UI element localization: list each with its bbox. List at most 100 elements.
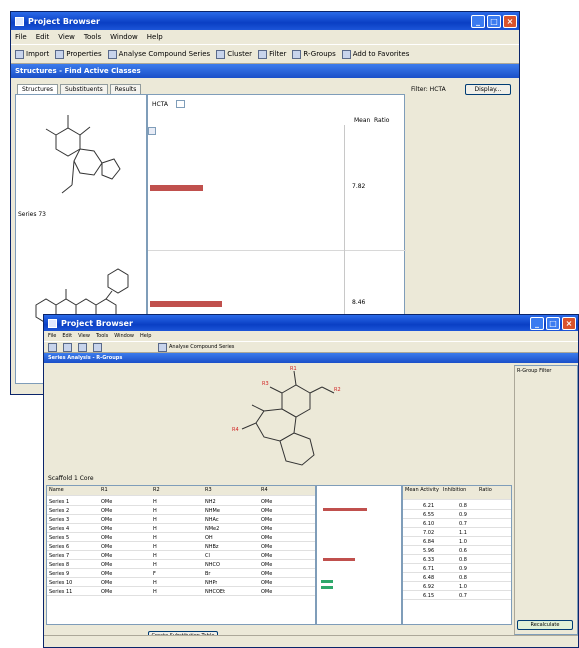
analyse-icon xyxy=(107,49,117,59)
table-row[interactable]: Series 6 OMe H NHBz OMe xyxy=(47,543,315,551)
table-row[interactable]: Series 5 OMe H OH OMe xyxy=(47,534,315,542)
metrics-row[interactable]: 7.02 1.1 xyxy=(403,529,511,537)
column-header-r1[interactable]: R1 xyxy=(101,486,108,494)
metrics-row[interactable]: 5.96 0.6 xyxy=(403,547,511,555)
maximize-icon[interactable]: □ xyxy=(546,316,560,330)
status-bar xyxy=(44,635,578,647)
table-row[interactable]: Series 9 OMe F Br OMe xyxy=(47,570,315,578)
minimize-icon[interactable]: _ xyxy=(530,316,544,330)
metric-header-mean[interactable]: Mean Activity xyxy=(405,486,439,494)
column-header-r2[interactable]: R2 xyxy=(153,486,160,494)
table-row[interactable]: Series 7 OMe H Cl OMe xyxy=(47,552,315,560)
metrics-row[interactable]: 6.10 0.7 xyxy=(403,520,511,528)
recalculate-button[interactable]: Recalculate xyxy=(517,620,573,630)
metrics-row[interactable]: 6.71 0.9 xyxy=(403,565,511,573)
column-header-r4[interactable]: R4 xyxy=(261,486,268,494)
back-child-titlebar[interactable]: Structures - Find Active Classes xyxy=(11,64,519,78)
metrics-row[interactable]: 6.33 0.8 xyxy=(403,556,511,564)
forward-icon[interactable] xyxy=(63,342,72,352)
table-cell: Series 1 xyxy=(49,499,70,505)
menu-tools[interactable]: Tools xyxy=(84,33,101,41)
metrics-cell: 1.0 xyxy=(459,539,467,545)
table-cell: H xyxy=(153,580,157,586)
header-dropdown-icon[interactable] xyxy=(176,100,185,108)
project-browser-front-window: Project Browser _ □ × File Edit View Too… xyxy=(43,314,579,648)
toolbar-import-button[interactable]: Import xyxy=(15,49,49,59)
metrics-table[interactable]: Mean Activity Inhibition Ratio 6.21 0.8 6.… xyxy=(402,485,512,625)
menu-file[interactable]: File xyxy=(15,33,27,41)
toolbar-analyse-button[interactable]: Analyse Compound Series xyxy=(107,49,210,59)
metrics-row[interactable]: 6.15 0.7 xyxy=(403,592,511,600)
metric-header-inhibition[interactable]: Inhibition xyxy=(443,486,475,494)
tab-results[interactable]: Results xyxy=(109,84,142,94)
save-icon[interactable] xyxy=(78,342,87,352)
front-child-titlebar[interactable]: Series Analysis - R-Groups xyxy=(44,353,578,363)
menu-tools[interactable]: Tools xyxy=(96,333,108,339)
table-cell: H xyxy=(153,499,157,505)
table-cell: NHCO xyxy=(205,562,220,568)
import-icon xyxy=(15,49,24,59)
menu-view[interactable]: View xyxy=(58,33,75,41)
table-row[interactable]: Series 2 OMe H NHMe OMe xyxy=(47,507,315,515)
metrics-cell: 6.84 xyxy=(423,539,435,545)
toolbar-report-button[interactable]: Add to Favorites xyxy=(341,49,409,59)
menu-edit[interactable]: Edit xyxy=(62,333,72,339)
green-bar xyxy=(321,580,333,583)
metrics-row[interactable]: 6.55 0.9 xyxy=(403,511,511,519)
table-cell: H xyxy=(153,535,157,541)
back-window-titlebar[interactable]: Project Browser _ □ × xyxy=(11,12,519,30)
tab-substituents[interactable]: Substituents xyxy=(60,84,108,94)
table-row[interactable]: Series 8 OMe H NHCO OMe xyxy=(47,561,315,569)
column-header-name[interactable]: Name xyxy=(49,486,64,494)
metric-header-ratio[interactable]: Ratio xyxy=(479,486,509,494)
table-cell: NHCOEt xyxy=(205,589,226,595)
print-icon[interactable] xyxy=(93,342,102,352)
menu-help[interactable]: Help xyxy=(147,33,163,41)
table-cell: Series 3 xyxy=(49,517,70,523)
toolbar-rgroups-label: R-Groups xyxy=(303,50,336,58)
rgroup-table[interactable]: Name R1 R2 R3 R4 Series 1 OMe H NH2 OMe Serie… xyxy=(46,485,316,625)
menu-file[interactable]: File xyxy=(48,333,56,339)
tab-structures[interactable]: Structures xyxy=(17,84,59,94)
toolbar-rgroups-button[interactable]: R-Groups xyxy=(292,49,336,59)
table-row[interactable]: Series 10 OMe H NHPr OMe xyxy=(47,579,315,587)
column-header-r3[interactable]: R3 xyxy=(205,486,212,494)
toolbar-properties-button[interactable]: Properties xyxy=(55,49,102,59)
table-row[interactable]: Series 4 OMe H NMe2 OMe xyxy=(47,525,315,533)
metrics-row[interactable]: 6.84 1.0 xyxy=(403,538,511,546)
minimize-icon[interactable]: _ xyxy=(471,14,485,28)
filter-icon xyxy=(258,49,268,59)
toolbar-filter-button[interactable]: Filter xyxy=(258,49,286,59)
table-row[interactable]: Series 3 OMe H NHAc OMe xyxy=(47,516,315,524)
column-label-mean: Mean xyxy=(354,117,371,124)
menu-view[interactable]: View xyxy=(78,333,90,339)
menu-help[interactable]: Help xyxy=(140,333,151,339)
close-icon[interactable]: × xyxy=(562,316,576,330)
column-label-ratio: Ratio xyxy=(374,117,390,124)
metrics-row[interactable]: 6.48 0.8 xyxy=(403,574,511,582)
front-window-titlebar[interactable]: Project Browser _ □ × xyxy=(44,315,578,331)
toolbar-analyse-button[interactable]: Analyse Compound Series xyxy=(158,342,234,352)
table-cell: F xyxy=(153,571,156,577)
metrics-row[interactable]: 6.92 1.0 xyxy=(403,583,511,591)
table-cell: H xyxy=(153,553,157,559)
menu-edit[interactable]: Edit xyxy=(36,33,50,41)
back-icon[interactable] xyxy=(48,342,57,352)
svg-text:R3: R3 xyxy=(262,381,269,387)
table-row[interactable]: Series 1 OMe H NH2 OMe xyxy=(47,498,315,506)
table-cell: OMe xyxy=(261,589,273,595)
menu-window[interactable]: Window xyxy=(114,333,134,339)
maximize-icon[interactable]: □ xyxy=(487,14,501,28)
table-cell: Series 2 xyxy=(49,508,70,514)
cluster-icon xyxy=(216,49,226,59)
toolbar-cluster-button[interactable]: Cluster xyxy=(216,49,252,59)
display-button[interactable]: Display... xyxy=(465,84,511,95)
scaffold-drawing: R1 R2 R3 R4 xyxy=(232,366,341,466)
metrics-row[interactable]: 6.21 0.8 xyxy=(403,502,511,510)
report-icon xyxy=(341,49,351,59)
close-icon[interactable]: × xyxy=(503,14,517,28)
menu-window[interactable]: Window xyxy=(110,33,138,41)
structure-caption: Scaffold 1 Core xyxy=(48,475,94,482)
table-row[interactable]: Series 11 OMe H NHCOEt OMe xyxy=(47,588,315,596)
table-cell: OMe xyxy=(101,535,113,541)
